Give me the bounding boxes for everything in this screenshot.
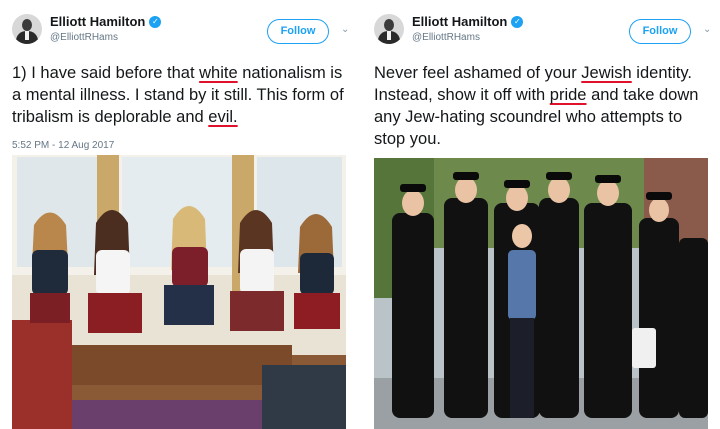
chevron-down-icon[interactable]: ⌄ — [341, 25, 351, 35]
tweet-card-left: Elliott Hamilton ✓ @ElliottRHams Follow … — [0, 0, 358, 429]
author-row: Elliott Hamilton ✓ — [412, 14, 524, 29]
tweet-text-part: 1) I have said before that — [12, 64, 200, 82]
verified-badge-icon: ✓ — [511, 15, 524, 28]
tweet-photo[interactable] — [374, 158, 708, 429]
follow-button[interactable]: Follow — [629, 19, 691, 44]
tweet-card-right: Elliott Hamilton ✓ @ElliottRHams Follow … — [362, 0, 720, 429]
author-handle[interactable]: @ElliottRHams — [50, 32, 118, 43]
author-row: Elliott Hamilton ✓ — [50, 14, 162, 29]
underlined-word: white — [199, 64, 238, 82]
tweet-text-part: Never feel ashamed of your — [374, 64, 582, 82]
avatar[interactable] — [12, 14, 42, 44]
author-name[interactable]: Elliott Hamilton — [412, 14, 507, 29]
tweet-text: Never feel ashamed of your Jewish identi… — [374, 62, 714, 150]
tweet-timestamp[interactable]: 5:52 PM - 12 Aug 2017 — [12, 140, 114, 151]
author-name[interactable]: Elliott Hamilton — [50, 14, 145, 29]
chevron-down-icon[interactable]: ⌄ — [703, 25, 713, 35]
follow-button[interactable]: Follow — [267, 19, 329, 44]
photo-girls-icon — [12, 155, 346, 429]
underlined-word: evil. — [208, 108, 238, 126]
photo-men-icon — [374, 158, 708, 429]
author-handle[interactable]: @ElliottRHams — [412, 32, 480, 43]
underlined-word: Jewish — [581, 64, 632, 82]
tweet-photo[interactable] — [12, 155, 346, 429]
verified-badge-icon: ✓ — [149, 15, 162, 28]
tweet-text: 1) I have said before that white nationa… — [12, 62, 352, 128]
underlined-word: pride — [549, 86, 587, 104]
avatar[interactable] — [374, 14, 404, 44]
